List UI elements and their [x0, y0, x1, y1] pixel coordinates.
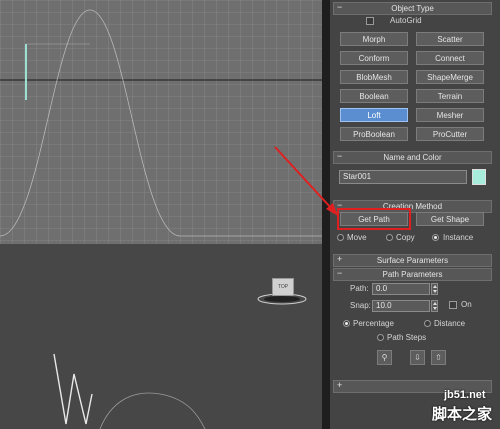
loft-button[interactable]: Loft — [340, 108, 408, 122]
snap-on-label: On — [461, 300, 472, 309]
path-parameters-header[interactable]: − Path Parameters — [333, 268, 492, 281]
path-steps-label: Path Steps — [387, 333, 427, 342]
copy-radio[interactable] — [386, 234, 393, 241]
procutter-button[interactable]: ProCutter — [416, 127, 484, 141]
object-type-header[interactable]: − Object Type — [333, 2, 492, 15]
watermark-text: 脚本之家 — [432, 406, 493, 423]
object-color-swatch[interactable] — [472, 169, 486, 185]
scatter-button[interactable]: Scatter — [416, 32, 484, 46]
perspective-viewport-content — [53, 293, 307, 429]
collapse-icon: − — [337, 268, 343, 278]
path-parameters-title: Path Parameters — [382, 270, 443, 279]
pick-shape-icon[interactable]: ⚲ — [377, 350, 392, 365]
percentage-label: Percentage — [353, 319, 394, 328]
path-steps-radio[interactable] — [377, 334, 384, 341]
terrain-button[interactable]: Terrain — [416, 89, 484, 103]
name-color-header[interactable]: − Name and Color — [333, 151, 492, 164]
shapemerge-button[interactable]: ShapeMerge — [416, 70, 484, 84]
object-name-field[interactable]: Star001 — [339, 170, 467, 184]
name-color-title: Name and Color — [383, 153, 442, 162]
collapse-icon: − — [337, 2, 343, 12]
expand-icon: + — [337, 380, 343, 390]
snap-value-field[interactable]: 10.0 — [372, 300, 430, 312]
snap-label: Snap: — [350, 301, 371, 310]
previous-shape-icon[interactable]: ⇩ — [410, 350, 425, 365]
path-value-field[interactable]: 0.0 — [372, 283, 430, 295]
watermark-url: jb51.net — [444, 389, 486, 401]
get-shape-button[interactable]: Get Shape — [416, 212, 484, 226]
mesher-button[interactable]: Mesher — [416, 108, 484, 122]
snap-spinner[interactable] — [431, 300, 438, 312]
percentage-radio[interactable] — [343, 320, 350, 327]
connect-button[interactable]: Connect — [416, 51, 484, 65]
distance-label: Distance — [434, 319, 466, 328]
autogrid-label: AutoGrid — [390, 16, 422, 25]
conform-button[interactable]: Conform — [340, 51, 408, 65]
snap-on-checkbox[interactable] — [449, 301, 457, 309]
morph-button[interactable]: Morph — [340, 32, 408, 46]
path-spinner[interactable] — [431, 283, 438, 295]
copy-label: Copy — [396, 233, 415, 242]
object-type-title: Object Type — [391, 4, 434, 13]
perspective-viewport[interactable]: TOP — [0, 244, 322, 429]
surface-parameters-title: Surface Parameters — [376, 256, 449, 265]
distance-radio[interactable] — [424, 320, 431, 327]
blobmesh-button[interactable]: BlobMesh — [340, 70, 408, 84]
instance-radio[interactable] — [432, 234, 439, 241]
next-shape-icon[interactable]: ⇧ — [431, 350, 446, 365]
proboolean-button[interactable]: ProBoolean — [340, 127, 408, 141]
viewcube[interactable]: TOP — [272, 278, 294, 296]
path-label: Path: — [350, 284, 369, 293]
autogrid-checkbox[interactable] — [366, 17, 374, 25]
boolean-button[interactable]: Boolean — [340, 89, 408, 103]
expand-icon: + — [337, 254, 343, 264]
move-radio[interactable] — [337, 234, 344, 241]
annotation-arrow — [274, 146, 338, 216]
surface-parameters-header[interactable]: + Surface Parameters — [333, 254, 492, 267]
instance-label: Instance — [443, 233, 474, 242]
move-label: Move — [347, 233, 367, 242]
